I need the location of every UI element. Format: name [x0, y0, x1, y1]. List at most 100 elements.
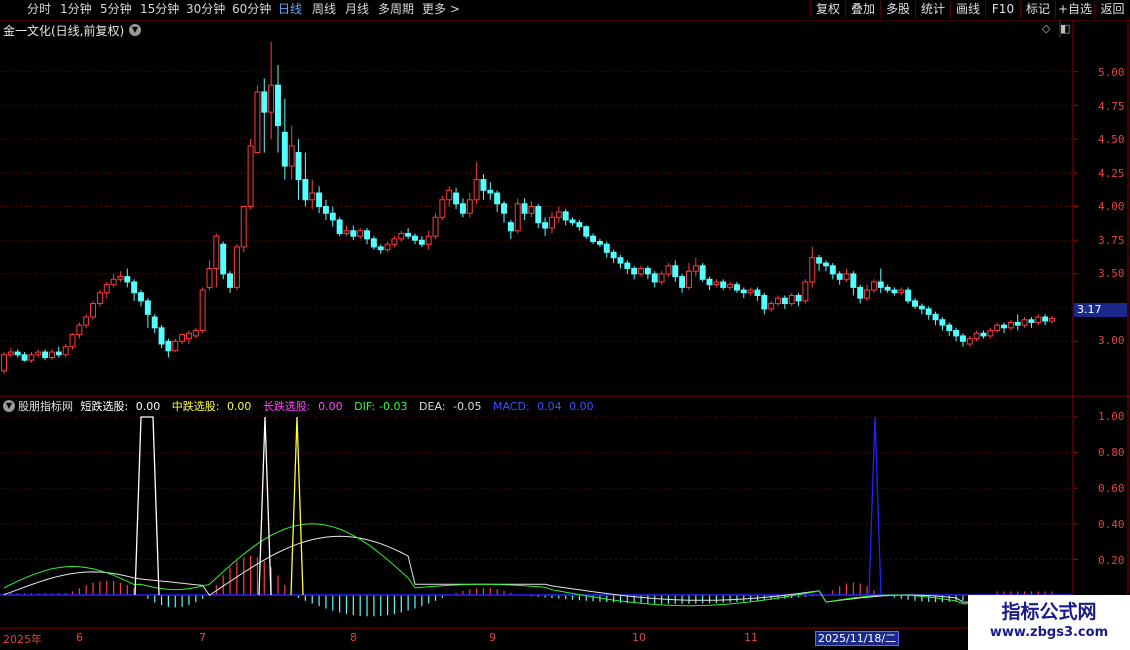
candle-body-down — [316, 192, 323, 208]
macd-value: 0.04 — [537, 400, 562, 413]
candle-body-down — [576, 222, 583, 228]
candle-body-down — [487, 189, 494, 194]
candle-body-down — [912, 300, 918, 307]
y-tick: 3.75 — [1098, 234, 1125, 247]
panel-toggle-icon[interactable]: ◧ — [1060, 22, 1070, 35]
candle-body-up — [966, 338, 973, 345]
candle-body-up — [973, 332, 980, 340]
y-tick: 4.75 — [1098, 100, 1125, 113]
candle-body-up — [233, 246, 240, 288]
chevron-down-icon[interactable]: ▼ — [3, 400, 15, 412]
candle-body-down — [562, 211, 569, 221]
candle-body-up — [62, 346, 69, 356]
candle-body-up — [185, 332, 192, 340]
mid-drop-label: 中跌选股: — [171, 400, 220, 413]
candle-body-down — [453, 192, 460, 205]
dif-value: -0.03 — [379, 400, 408, 413]
candle-body-down — [131, 281, 138, 294]
candle-body-up — [35, 351, 42, 356]
candle-body-down — [980, 332, 987, 337]
candle-body-down — [706, 278, 713, 286]
candle-body-down — [21, 354, 28, 361]
short-drop-value: 0.00 — [135, 400, 161, 413]
candle-body-down — [829, 265, 836, 275]
y-tick: 3.00 — [1098, 334, 1125, 347]
candle-body-down — [151, 316, 158, 329]
candle-body-up — [439, 199, 446, 218]
long-drop-label: 长跌选股: — [262, 400, 311, 413]
candle-body-up — [747, 289, 754, 294]
candle-body-up — [638, 268, 644, 275]
y-tick: 4.00 — [1098, 200, 1125, 213]
x-tick-month: 8 — [350, 631, 357, 644]
candle-body-up — [843, 273, 850, 280]
candle-body-up — [1007, 321, 1014, 329]
candle-body-up — [528, 206, 535, 214]
candle-body-down — [370, 238, 377, 248]
candle-body-down — [144, 300, 151, 315]
candle-body-down — [55, 351, 62, 356]
dif-line — [3, 523, 1053, 607]
candle-body-down — [953, 330, 960, 337]
candle-body-up — [514, 203, 521, 232]
candle-body-down — [275, 84, 281, 127]
candle-body-up — [864, 289, 871, 299]
candle-body-down — [459, 203, 466, 214]
candle-body-down — [610, 251, 617, 259]
y-tick: 4.50 — [1098, 133, 1125, 146]
candle-body-up — [1035, 316, 1042, 323]
x-tick-month: 7 — [199, 631, 206, 644]
y-tick: 4.25 — [1098, 167, 1125, 180]
stock-title-text: 金一文化(日线,前复权) — [3, 24, 125, 38]
candle-body-up — [110, 278, 117, 286]
chevron-down-icon[interactable]: ▼ — [129, 24, 141, 36]
x-tick-month: 9 — [489, 631, 496, 644]
candle-body-up — [870, 281, 877, 291]
indicator-name[interactable]: 股朋指标网 — [18, 400, 73, 413]
mid-drop-signal — [290, 416, 304, 596]
candle-body-up — [987, 330, 994, 337]
candle-body-up — [713, 281, 720, 286]
candle-body-up — [432, 216, 439, 237]
candle-body-down — [569, 219, 576, 224]
candle-body-down — [322, 206, 329, 214]
candle-body-down — [905, 289, 912, 302]
dea-label: DEA: — [419, 400, 446, 413]
y-tick: 5.00 — [1098, 66, 1125, 79]
candle-body-up — [1049, 317, 1055, 322]
candle-body-up — [268, 84, 275, 113]
candle-body-up — [727, 284, 734, 288]
mid-drop-value: 0.00 — [226, 400, 252, 413]
candle-body-up — [76, 324, 83, 336]
diamond-icon[interactable]: ◇ — [1042, 22, 1050, 35]
candle-body-up — [309, 192, 316, 201]
candle-body-down — [227, 273, 234, 288]
candle-body-up — [391, 238, 398, 245]
candle-body-up — [398, 232, 405, 240]
candle-body-up — [775, 297, 781, 305]
candle-body-down — [795, 294, 802, 302]
macd-label: MACD: — [492, 400, 530, 413]
candle-body-down — [1028, 319, 1035, 323]
candle-body-down — [220, 243, 227, 275]
candle-body-down — [822, 262, 829, 267]
candle-body-down — [494, 192, 501, 205]
candle-body-up — [555, 211, 562, 218]
candle-body-up — [288, 145, 295, 167]
candle-body-up — [83, 316, 90, 326]
candle-body-down — [624, 262, 631, 270]
candle-body-up — [466, 199, 473, 214]
indicator-y-tick: 0.40 — [1098, 518, 1125, 531]
indicator-y-tick: 1.00 — [1098, 410, 1125, 423]
kline-chart[interactable] — [0, 0, 1130, 650]
candle-body-down — [42, 351, 49, 358]
candle-body-down — [857, 286, 864, 299]
y-tick: 3.50 — [1098, 267, 1125, 280]
candle-body-up — [1021, 319, 1028, 326]
short-drop-signal — [258, 416, 272, 596]
candle-body-down — [733, 284, 740, 291]
candle-body-down — [124, 276, 131, 283]
x-tick-month: 10 — [632, 631, 646, 644]
macd-signal-spike — [868, 416, 882, 596]
candle-body-down — [583, 226, 590, 237]
